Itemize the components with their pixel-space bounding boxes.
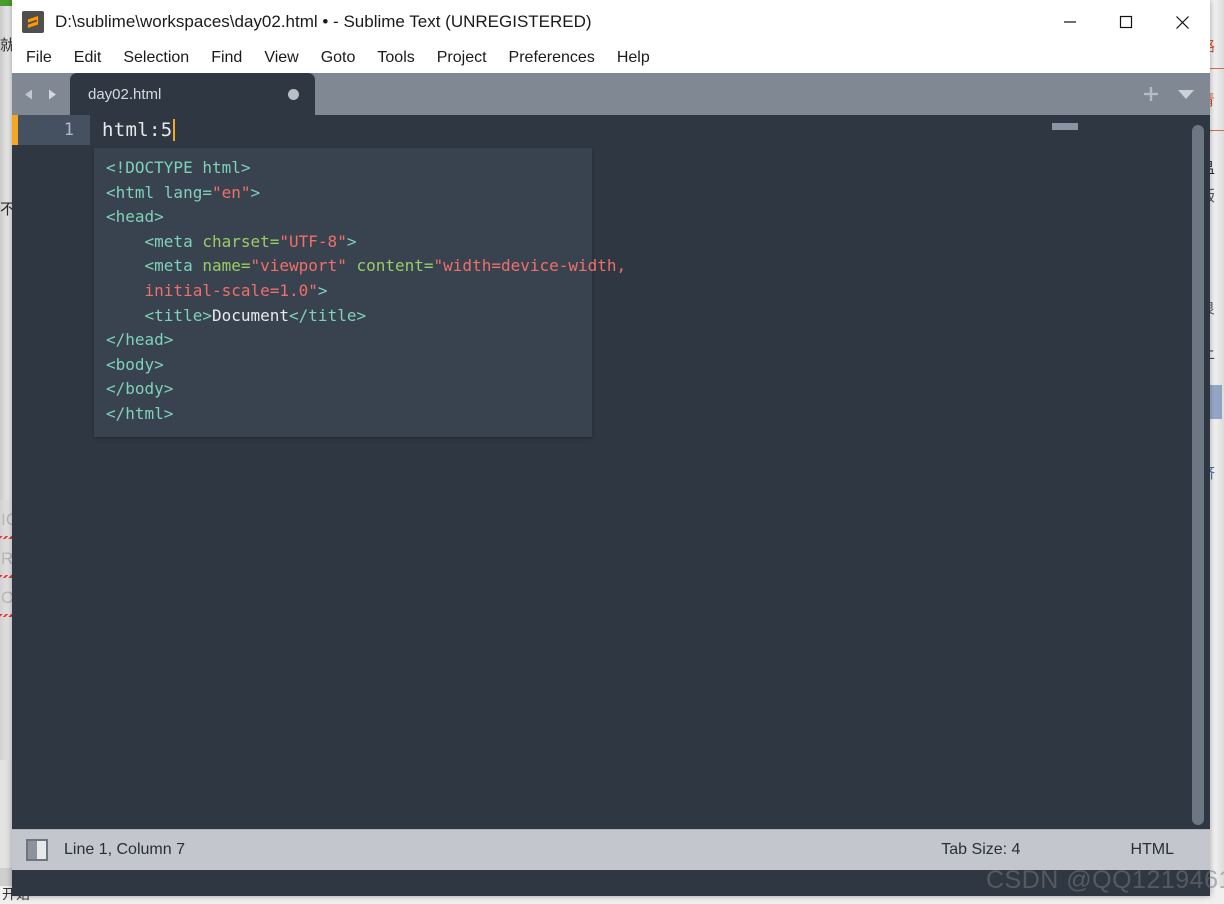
code-token: "width=device-width, — [433, 256, 627, 276]
code-token: <meta — [106, 256, 203, 276]
code-token: <!DOCTYPE html> — [106, 158, 251, 177]
code-token: </head> — [106, 330, 174, 350]
autocomplete-preview-line: <!DOCTYPE html> — [94, 156, 592, 181]
autocomplete-preview-line: initial-scale=1.0"> — [94, 279, 592, 304]
code-token: </body> — [106, 379, 174, 399]
minimize-icon — [1064, 21, 1076, 23]
sidebar-toggle-fill — [28, 841, 37, 859]
menu-item-help[interactable]: Help — [617, 49, 650, 67]
code-token: charset= — [202, 231, 280, 251]
code-token: "en" — [211, 182, 251, 202]
title-bar: D:\sublime\workspaces\day02.html • - Sub… — [12, 0, 1210, 73]
sublime-text-logo-icon — [22, 11, 44, 33]
status-bar-right: Tab Size: 4 HTML — [941, 830, 1210, 870]
menu-item-view[interactable]: View — [264, 49, 298, 67]
code-token: > — [317, 280, 328, 300]
window-title: D:\sublime\workspaces\day02.html • - Sub… — [55, 12, 592, 31]
minimap[interactable] — [1034, 115, 1184, 829]
arrow-right-icon[interactable] — [44, 87, 59, 102]
tab-dirty-indicator-icon[interactable] — [288, 88, 299, 100]
tab-label: day02.html — [88, 85, 162, 103]
autocomplete-preview-line: <meta charset="UTF-8"> — [94, 230, 592, 255]
code-token: <head> — [106, 207, 164, 227]
autocomplete-preview-line: <title>Document</title> — [94, 304, 592, 329]
code-token: <meta — [106, 231, 203, 251]
menu-item-file[interactable]: File — [26, 49, 52, 67]
menu-item-edit[interactable]: Edit — [74, 49, 102, 67]
menu-item-preferences[interactable]: Preferences — [509, 49, 595, 67]
code-token: <title> — [106, 305, 212, 325]
minimize-button[interactable] — [1042, 0, 1098, 44]
code-line-1[interactable]: html:5 — [102, 115, 176, 145]
tab-bar-actions — [1142, 73, 1196, 115]
text-cursor-icon — [173, 119, 176, 141]
title-row: D:\sublime\workspaces\day02.html • - Sub… — [12, 0, 1210, 44]
syntax-label[interactable]: HTML — [1130, 841, 1174, 859]
maximize-icon — [1119, 15, 1133, 29]
maximize-button[interactable] — [1098, 0, 1154, 44]
autocomplete-preview-line: <meta name="viewport" content="width=dev… — [94, 254, 627, 279]
autocomplete-preview-line: </html> — [94, 402, 592, 427]
window-controls — [1042, 0, 1210, 44]
status-bar: Line 1, Column 7 Tab Size: 4 HTML — [12, 829, 1210, 870]
code-token: <html lang= — [106, 182, 212, 202]
cursor-position-label[interactable]: Line 1, Column 7 — [64, 841, 185, 859]
autocomplete-preview-popup[interactable]: <!DOCTYPE html> <html lang="en"> <head> <m… — [94, 148, 627, 437]
autocomplete-preview-line: <body> — [94, 353, 592, 378]
code-token: <body> — [106, 354, 164, 374]
menu-item-selection[interactable]: Selection — [123, 49, 189, 67]
chevron-down-icon[interactable] — [1176, 87, 1196, 101]
sidebar-toggle-icon[interactable] — [26, 839, 48, 861]
menu-item-goto[interactable]: Goto — [321, 49, 356, 67]
close-button[interactable] — [1154, 0, 1210, 44]
code-token: </title> — [289, 305, 367, 325]
autocomplete-preview-line: </body> — [94, 377, 592, 402]
line-number: 1 — [63, 120, 74, 140]
menu-item-tools[interactable]: Tools — [377, 49, 414, 67]
close-icon — [1175, 15, 1189, 29]
plus-icon[interactable] — [1142, 85, 1160, 103]
autocomplete-preview-line: <head> — [94, 205, 592, 230]
tab-navigation — [12, 73, 70, 115]
menu-bar: File Edit Selection Find View Goto Tools… — [12, 44, 1210, 72]
menu-item-project[interactable]: Project — [437, 49, 487, 67]
autocomplete-preview-line: <html lang="en"> — [94, 181, 592, 206]
code-token: content= — [346, 256, 434, 276]
code-token: </html> — [106, 403, 174, 423]
code-token: "UTF-8" — [279, 231, 347, 251]
autocomplete-preview-line: </head> — [94, 328, 592, 353]
menu-item-find[interactable]: Find — [211, 49, 242, 67]
code-token: name= — [202, 256, 251, 276]
code-token: > — [346, 231, 357, 251]
tab-bar: day02.html — [12, 73, 1210, 115]
code-line-text: html:5 — [102, 119, 173, 141]
editor-scrollbar[interactable] — [1192, 125, 1204, 825]
screen-root: 就 不 IC R OY 路 青 昷 版 良 上 济 — [0, 0, 1224, 904]
tab-day02-html[interactable]: day02.html — [70, 73, 315, 115]
code-token: initial-scale=1.0" — [144, 280, 318, 300]
code-token: Document — [211, 305, 290, 325]
tab-size-label[interactable]: Tab Size: 4 — [941, 841, 1020, 859]
code-token: "viewport" — [250, 256, 347, 276]
arrow-left-icon[interactable] — [22, 87, 37, 102]
sublime-text-window: D:\sublime\workspaces\day02.html • - Sub… — [12, 0, 1210, 896]
code-token: > — [250, 182, 261, 202]
minimap-line — [1052, 123, 1078, 130]
editor-area[interactable]: 1 html:5 <!DOCTYPE html> <html lang="en">… — [12, 115, 1210, 829]
